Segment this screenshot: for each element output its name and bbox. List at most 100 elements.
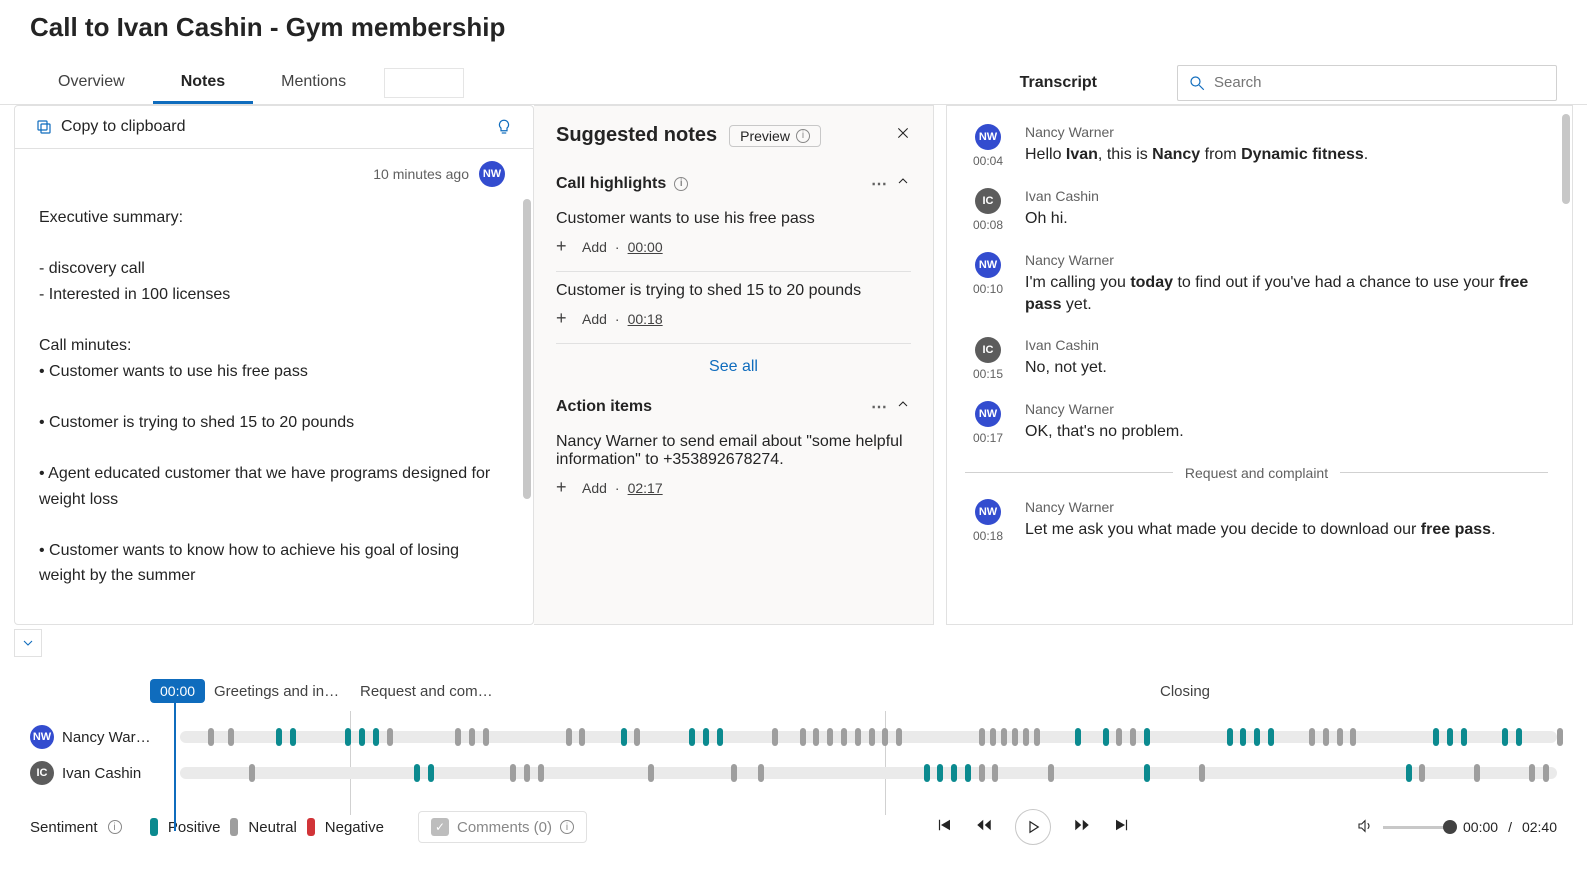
add-button[interactable]: Add: [582, 480, 607, 496]
scrollbar[interactable]: [523, 199, 531, 499]
notes-body[interactable]: 10 minutes ago NW Executive summary: - d…: [15, 149, 533, 624]
timeline-section-greetings: Greetings and in…: [214, 683, 339, 700]
chevron-up-icon[interactable]: [895, 396, 911, 417]
avatar: NW: [975, 124, 1001, 150]
sentiment-tick: [990, 728, 996, 746]
plus-icon[interactable]: +: [556, 477, 574, 498]
plus-icon[interactable]: +: [556, 236, 574, 257]
player-controls: [935, 809, 1131, 845]
sentiment-tick: [1323, 728, 1329, 746]
sentiment-tick: [276, 728, 282, 746]
skip-start-icon[interactable]: [935, 816, 953, 839]
sentiment-tick: [1433, 728, 1439, 746]
call-highlights-header[interactable]: Call highlights i ⋯: [556, 167, 911, 200]
info-icon: i: [674, 177, 688, 191]
chevron-up-icon[interactable]: [895, 173, 911, 194]
sentiment-tick: [731, 764, 737, 782]
transcript-speaker: Nancy Warner: [1025, 401, 1548, 417]
footer: Sentiment i Positive Neutral Negative ✓ …: [0, 785, 1587, 855]
transcript-panel[interactable]: NW 00:04 Nancy Warner Hello Ivan, this i…: [946, 105, 1573, 625]
sentiment-tick: [965, 764, 971, 782]
info-icon: i: [108, 820, 122, 834]
transcript-row[interactable]: IC 00:15 Ivan Cashin No, not yet.: [965, 337, 1548, 381]
sentiment-tick: [1103, 728, 1109, 746]
more-icon[interactable]: ⋯: [871, 397, 887, 417]
sentiment-tick: [1144, 764, 1150, 782]
transcript-time: 00:08: [965, 218, 1011, 232]
skip-end-icon[interactable]: [1113, 816, 1131, 839]
sentiment-tick: [387, 728, 393, 746]
action-items-header[interactable]: Action items ⋯: [556, 390, 911, 423]
transcript-row[interactable]: NW 00:17 Nancy Warner OK, that's no prob…: [965, 401, 1548, 445]
rewind-icon[interactable]: [975, 816, 993, 839]
transcript-row[interactable]: NW 00:04 Nancy Warner Hello Ivan, this i…: [965, 124, 1548, 168]
transcript-time: 00:18: [965, 529, 1011, 543]
slider-thumb[interactable]: [1443, 820, 1457, 834]
timeline-section-request: Request and com…: [360, 683, 493, 700]
timeline-track-speaker2: IC Ivan Cashin: [30, 761, 1557, 785]
see-all-link[interactable]: See all: [556, 344, 911, 390]
transcript-row[interactable]: NW 00:10 Nancy Warner I'm calling you to…: [965, 252, 1548, 317]
sentiment-tick: [689, 728, 695, 746]
avatar: NW: [975, 401, 1001, 427]
action-text: Nancy Warner to send email about "some h…: [556, 433, 911, 469]
scrollbar[interactable]: [1562, 114, 1570, 204]
timeline-bar[interactable]: [180, 731, 1557, 743]
timeline-section-closing: Closing: [1160, 683, 1210, 700]
more-icon[interactable]: ⋯: [871, 174, 887, 194]
timeline-divider: [350, 711, 351, 815]
lightbulb-icon[interactable]: [495, 118, 513, 136]
transcript-divider: Request and complaint: [965, 465, 1548, 481]
highlight-timestamp[interactable]: 00:18: [628, 311, 663, 327]
sentiment-tick: [428, 764, 434, 782]
play-button[interactable]: [1015, 809, 1051, 845]
preview-badge[interactable]: Preview i: [729, 125, 821, 147]
forward-icon[interactable]: [1073, 816, 1091, 839]
sentiment-tick: [469, 728, 475, 746]
timeline-track-speaker1: NW Nancy War…: [30, 725, 1557, 749]
volume-slider[interactable]: [1383, 826, 1453, 829]
timeline-bar[interactable]: [180, 767, 1557, 779]
playhead-line[interactable]: [174, 703, 176, 831]
transcript-text: Oh hi.: [1025, 208, 1548, 230]
sentiment-tick: [524, 764, 530, 782]
sentiment-tick: [855, 728, 861, 746]
sentiment-tick: [1557, 728, 1563, 746]
comments-button[interactable]: ✓ Comments (0) i: [418, 811, 587, 843]
sentiment-tick: [1337, 728, 1343, 746]
negative-chip: [307, 818, 315, 836]
search-input[interactable]: [1214, 74, 1546, 91]
close-icon[interactable]: [895, 125, 911, 146]
copy-button[interactable]: Copy to clipboard: [61, 118, 495, 136]
highlight-timestamp[interactable]: 00:00: [628, 239, 663, 255]
sentiment-tick: [1254, 728, 1260, 746]
sentiment-tick: [1268, 728, 1274, 746]
volume-icon[interactable]: [1357, 818, 1373, 837]
speaker-name: Nancy War…: [62, 729, 151, 746]
sentiment-tick: [1461, 728, 1467, 746]
collapse-toggle[interactable]: [14, 629, 42, 657]
tab-mentions[interactable]: Mentions: [253, 61, 374, 104]
action-timestamp[interactable]: 02:17: [628, 480, 663, 496]
notes-text[interactable]: Executive summary: - discovery call - In…: [39, 205, 509, 589]
tab-overview[interactable]: Overview: [30, 61, 153, 104]
sentiment-tick: [414, 764, 420, 782]
plus-icon[interactable]: +: [556, 308, 574, 329]
highlight-item: Customer is trying to shed 15 to 20 poun…: [556, 272, 911, 344]
sentiment-tick: [359, 728, 365, 746]
suggested-panel: Suggested notes Preview i Call highlight…: [534, 105, 934, 625]
tab-empty[interactable]: [384, 68, 464, 98]
add-button[interactable]: Add: [582, 239, 607, 255]
avatar: NW: [975, 499, 1001, 525]
transcript-time: 00:10: [965, 282, 1011, 296]
sentiment-tick: [827, 728, 833, 746]
sentiment-tick: [1034, 728, 1040, 746]
sentiment-tick: [1447, 728, 1453, 746]
sentiment-tick: [208, 728, 214, 746]
search-box[interactable]: [1177, 65, 1557, 101]
tab-notes[interactable]: Notes: [153, 61, 253, 104]
transcript-row[interactable]: IC 00:08 Ivan Cashin Oh hi.: [965, 188, 1548, 232]
copy-icon: [35, 118, 53, 136]
transcript-row[interactable]: NW 00:18 Nancy Warner Let me ask you wha…: [965, 499, 1548, 543]
add-button[interactable]: Add: [582, 311, 607, 327]
